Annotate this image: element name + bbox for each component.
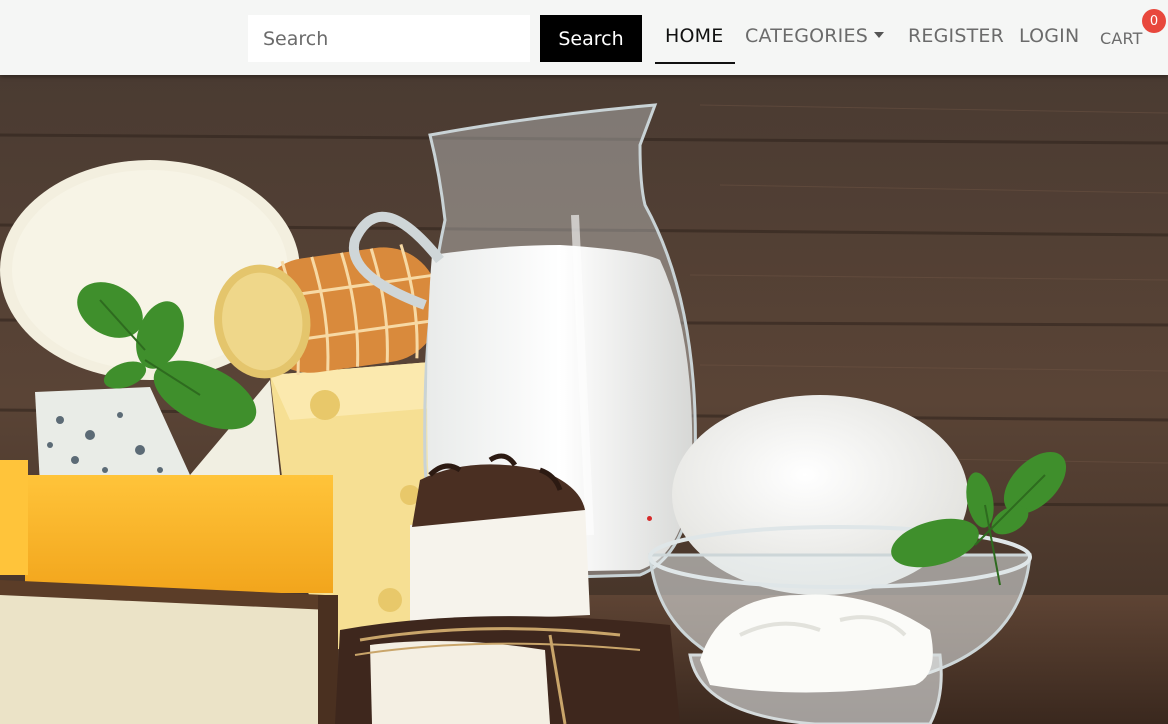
nav-categories-dropdown[interactable]: CATEGORIES <box>745 22 884 52</box>
nav-register-link[interactable]: REGISTER <box>908 22 1004 52</box>
hero-banner <box>0 75 1168 724</box>
search-button[interactable]: Search <box>540 15 642 62</box>
caret-down-icon <box>873 31 884 38</box>
active-nav-indicator <box>655 62 735 64</box>
nav-home-link[interactable]: HOME <box>665 22 723 52</box>
search-input[interactable] <box>248 15 530 62</box>
dairy-products-image <box>0 75 1168 724</box>
nav-categories-label: CATEGORIES <box>745 25 868 47</box>
navbar: Search HOME CATEGORIES REGISTER LOGIN CA… <box>0 0 1168 75</box>
nav-cart-link[interactable]: CART <box>1100 25 1143 55</box>
carousel-indicator[interactable] <box>647 516 652 521</box>
nav-login-link[interactable]: LOGIN <box>1019 22 1079 52</box>
cart-count-badge: 0 <box>1142 9 1166 33</box>
